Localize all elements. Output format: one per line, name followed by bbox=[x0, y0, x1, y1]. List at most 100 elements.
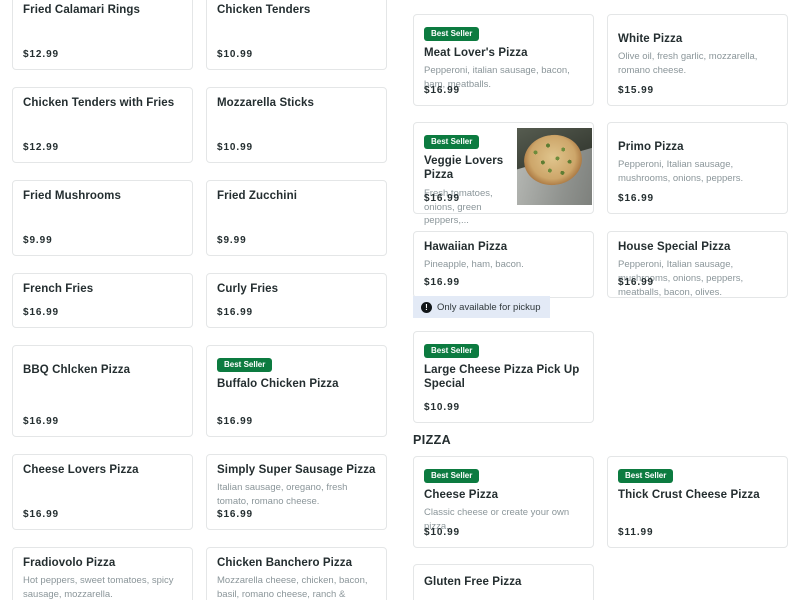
info-icon: ! bbox=[421, 301, 432, 313]
item-price: $15.99 bbox=[618, 85, 654, 96]
menu-item-mozzarella-sticks[interactable]: Mozzarella Sticks $10.99 bbox=[206, 87, 387, 163]
item-title: Fradiovolo Pizza bbox=[23, 557, 116, 569]
item-price: $16.99 bbox=[424, 277, 460, 288]
menu-item-hawaiian-pizza[interactable]: Hawaiian Pizza Pineapple, ham, bacon. $1… bbox=[413, 231, 594, 298]
item-title: White Pizza bbox=[618, 33, 683, 45]
menu-item-cheese-pizza[interactable]: Best Seller Cheese Pizza Classic cheese … bbox=[413, 456, 594, 548]
item-price: $10.99 bbox=[217, 49, 253, 60]
menu-item-veggie-lovers-pizza[interactable]: Best Seller Veggie Lovers Pizza Fresh to… bbox=[413, 122, 594, 226]
item-title: Meat Lover's Pizza bbox=[424, 47, 528, 59]
item-description: Olive oil, fresh garlic, mozzarella, rom… bbox=[618, 51, 758, 77]
item-price: $10.99 bbox=[424, 402, 460, 413]
menu-row: Fried Mushrooms $9.99 Fried Zucchini $9.… bbox=[12, 180, 388, 256]
item-price: $16.99 bbox=[217, 509, 253, 520]
item-title: Simply Super Sausage Pizza bbox=[217, 464, 376, 476]
item-title: Mozzarella Sticks bbox=[217, 97, 314, 109]
item-title: House Special Pizza bbox=[618, 241, 731, 253]
item-title: Gluten Free Pizza bbox=[424, 576, 522, 588]
menu-row: Chicken Tenders with Fries $12.99 Mozzar… bbox=[12, 87, 388, 163]
item-price: $11.99 bbox=[618, 527, 654, 538]
item-title: Fried Mushrooms bbox=[23, 190, 121, 202]
item-price: $16.99 bbox=[618, 277, 654, 288]
menu-page: Fried Calamari Rings $12.99 Chicken Tend… bbox=[0, 0, 800, 600]
menu-item-white-pizza[interactable]: White Pizza Olive oil, fresh garlic, moz… bbox=[607, 14, 788, 106]
item-title: Cheese Pizza bbox=[424, 489, 499, 501]
item-title: Buffalo Chicken Pizza bbox=[217, 378, 339, 390]
item-title: Chicken Tenders bbox=[217, 4, 311, 16]
item-title: Curly Fries bbox=[217, 283, 279, 295]
best-seller-badge: Best Seller bbox=[424, 27, 480, 41]
section-header-pizza: PIZZA bbox=[413, 433, 452, 447]
item-price: $16.99 bbox=[217, 307, 253, 318]
pizza-photo bbox=[517, 128, 592, 205]
menu-row: Gluten Free Pizza bbox=[413, 564, 789, 600]
menu-row: Fried Calamari Rings $12.99 Chicken Tend… bbox=[12, 0, 388, 70]
menu-row: Best Seller Cheese Pizza Classic cheese … bbox=[413, 456, 789, 548]
item-title: Chicken Banchero Pizza bbox=[217, 557, 353, 569]
best-seller-badge: Best Seller bbox=[424, 469, 480, 483]
menu-item-buffalo-chicken-pizza[interactable]: Best Seller Buffalo Chicken Pizza $16.99 bbox=[206, 345, 387, 437]
menu-grid-left: Fried Calamari Rings $12.99 Chicken Tend… bbox=[12, 0, 388, 600]
item-title: Cheese Lovers Pizza bbox=[23, 464, 139, 476]
menu-item-chicken-banchero-pizza[interactable]: Chicken Banchero Pizza Mozzarella cheese… bbox=[206, 547, 387, 600]
menu-row: Best Seller Large Cheese Pizza Pick Up S… bbox=[413, 331, 789, 423]
best-seller-badge: Best Seller bbox=[618, 469, 674, 483]
menu-item-cheese-lovers-pizza[interactable]: Cheese Lovers Pizza $16.99 bbox=[12, 454, 193, 530]
menu-item-large-cheese-pizza-pick-up-special[interactable]: Best Seller Large Cheese Pizza Pick Up S… bbox=[413, 331, 594, 423]
item-title: BBQ Chlcken Pizza bbox=[23, 364, 131, 376]
item-price: $16.99 bbox=[618, 193, 654, 204]
item-price: $16.99 bbox=[424, 193, 460, 204]
menu-row: Best Seller Meat Lover's Pizza Pepperoni… bbox=[413, 14, 789, 106]
menu-row: Fradiovolo Pizza Hot peppers, sweet toma… bbox=[12, 547, 388, 600]
menu-item-bbq-chicken-pizza[interactable]: BBQ Chlcken Pizza $16.99 bbox=[12, 345, 193, 437]
menu-row: Best Seller Veggie Lovers Pizza Fresh to… bbox=[413, 122, 789, 226]
item-description: Hot peppers, sweet tomatoes, spicy sausa… bbox=[23, 575, 174, 600]
item-price: $16.99 bbox=[424, 85, 460, 96]
menu-item-fried-mushrooms[interactable]: Fried Mushrooms $9.99 bbox=[12, 180, 193, 256]
best-seller-badge: Best Seller bbox=[424, 135, 480, 149]
menu-row: French Fries $16.99 Curly Fries $16.99 bbox=[12, 273, 388, 328]
item-description: Italian sausage, oregano, fresh tomato, … bbox=[217, 482, 348, 508]
item-title: Thick Crust Cheese Pizza bbox=[618, 489, 760, 501]
item-description: Pepperoni, Italian sausage, mushrooms, o… bbox=[618, 159, 744, 185]
item-price: $9.99 bbox=[23, 235, 53, 246]
item-title: Hawaiian Pizza bbox=[424, 241, 508, 253]
item-title: Large Cheese Pizza Pick Up Special bbox=[424, 364, 580, 391]
item-price: $12.99 bbox=[23, 49, 59, 60]
menu-row: Hawaiian Pizza Pineapple, ham, bacon. $1… bbox=[413, 231, 789, 318]
item-description: Mozzarella cheese, chicken, bacon, basil… bbox=[217, 575, 368, 600]
menu-item-primo-pizza[interactable]: Primo Pizza Pepperoni, Italian sausage, … bbox=[607, 122, 788, 214]
menu-item-curly-fries[interactable]: Curly Fries $16.99 bbox=[206, 273, 387, 328]
item-title: Primo Pizza bbox=[618, 141, 684, 153]
menu-item-french-fries[interactable]: French Fries $16.99 bbox=[12, 273, 193, 328]
item-title: Fried Calamari Rings bbox=[23, 4, 141, 16]
item-title: French Fries bbox=[23, 283, 94, 295]
item-title: Chicken Tenders with Fries bbox=[23, 97, 175, 109]
item-price: $16.99 bbox=[23, 416, 59, 427]
item-price: $12.99 bbox=[23, 142, 59, 153]
menu-item-fradiovolo-pizza[interactable]: Fradiovolo Pizza Hot peppers, sweet toma… bbox=[12, 547, 193, 600]
item-price: $9.99 bbox=[217, 235, 247, 246]
menu-item-meat-lovers-pizza[interactable]: Best Seller Meat Lover's Pizza Pepperoni… bbox=[413, 14, 594, 106]
item-price: $10.99 bbox=[424, 527, 460, 538]
menu-row: Cheese Lovers Pizza $16.99 Simply Super … bbox=[12, 454, 388, 530]
item-price: $16.99 bbox=[23, 307, 59, 318]
menu-grid-right: Best Seller Meat Lover's Pizza Pepperoni… bbox=[413, 14, 789, 600]
item-title: Veggie Lovers Pizza bbox=[424, 155, 504, 182]
menu-item-chicken-tenders-with-fries[interactable]: Chicken Tenders with Fries $12.99 bbox=[12, 87, 193, 163]
item-price: $16.99 bbox=[23, 509, 59, 520]
menu-row: BBQ Chlcken Pizza $16.99 Best Seller Buf… bbox=[12, 345, 388, 437]
menu-item-thick-crust-cheese-pizza[interactable]: Best Seller Thick Crust Cheese Pizza $11… bbox=[607, 456, 788, 548]
menu-item-gluten-free-pizza[interactable]: Gluten Free Pizza bbox=[413, 564, 594, 600]
menu-item-house-special-pizza[interactable]: House Special Pizza Pepperoni, Italian s… bbox=[607, 231, 788, 298]
best-seller-badge: Best Seller bbox=[217, 358, 273, 372]
best-seller-badge: Best Seller bbox=[424, 344, 480, 358]
menu-item-fried-zucchini[interactable]: Fried Zucchini $9.99 bbox=[206, 180, 387, 256]
menu-item-fried-calamari-rings[interactable]: Fried Calamari Rings $12.99 bbox=[12, 0, 193, 70]
pickup-only-notice: ! Only available for pickup bbox=[413, 296, 550, 318]
menu-item-simply-super-sausage-pizza[interactable]: Simply Super Sausage Pizza Italian sausa… bbox=[206, 454, 387, 530]
pickup-only-notice-text: Only available for pickup bbox=[437, 301, 541, 313]
item-price: $16.99 bbox=[217, 416, 253, 427]
menu-item-chicken-tenders[interactable]: Chicken Tenders $10.99 bbox=[206, 0, 387, 70]
item-title: Fried Zucchini bbox=[217, 190, 297, 202]
